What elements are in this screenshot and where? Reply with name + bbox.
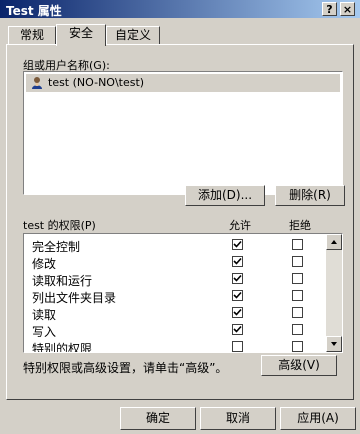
scroll-down-arrow-icon[interactable]: [326, 336, 342, 352]
advanced-button[interactable]: 高级(V): [261, 355, 337, 376]
list-item[interactable]: test (NO-NO\test): [26, 74, 340, 92]
tab-general[interactable]: 常规: [8, 26, 56, 44]
permission-row: 修改: [24, 253, 320, 271]
permissions-scrollbar[interactable]: [326, 234, 342, 352]
add-button[interactable]: 添加(D)...: [185, 185, 265, 206]
deny-checkbox[interactable]: [292, 256, 303, 267]
user-name: test (NO-NO\test): [48, 76, 145, 89]
remove-button[interactable]: 删除(R): [275, 185, 345, 206]
deny-checkbox[interactable]: [292, 239, 303, 250]
allow-checkbox[interactable]: [232, 239, 243, 250]
title-bar: Test 属性 ? ×: [0, 0, 360, 18]
permission-row: 完全控制: [24, 236, 320, 254]
permission-row: 读取: [24, 304, 320, 322]
deny-checkbox[interactable]: [292, 273, 303, 284]
users-list[interactable]: test (NO-NO\test): [23, 71, 343, 195]
deny-checkbox[interactable]: [292, 341, 303, 352]
cancel-button[interactable]: 取消: [200, 407, 276, 430]
permission-row: 读取和运行: [24, 270, 320, 288]
deny-checkbox[interactable]: [292, 290, 303, 301]
permissions-list[interactable]: 完全控制 修改 读取和运行 列出文件夹目录 读取 写入 特别的权限: [23, 233, 343, 353]
permission-name: 特别的权限: [32, 342, 93, 353]
deny-checkbox[interactable]: [292, 324, 303, 335]
allow-checkbox[interactable]: [232, 324, 243, 335]
scroll-up-arrow-icon[interactable]: [326, 234, 342, 250]
tab-security[interactable]: 安全: [56, 24, 106, 46]
deny-checkbox[interactable]: [292, 307, 303, 318]
help-button[interactable]: ?: [322, 2, 337, 16]
allow-checkbox[interactable]: [232, 290, 243, 301]
security-panel: 组或用户名称(G): test (NO-NO\test) 添加(D)... 删除…: [6, 44, 354, 400]
allow-header: 允许: [229, 219, 251, 232]
allow-checkbox[interactable]: [232, 256, 243, 267]
deny-header: 拒绝: [289, 219, 311, 232]
advanced-note: 特别权限或高级设置，请单击“高级”。: [23, 361, 228, 375]
window-title: Test 属性: [6, 4, 62, 18]
permission-row: 列出文件夹目录: [24, 287, 320, 305]
user-icon: [30, 76, 44, 93]
tab-custom[interactable]: 自定义: [106, 26, 160, 44]
permission-row: 特别的权限: [24, 338, 320, 353]
allow-checkbox[interactable]: [232, 307, 243, 318]
close-button[interactable]: ×: [340, 2, 355, 16]
ok-button[interactable]: 确定: [120, 407, 196, 430]
allow-checkbox[interactable]: [232, 273, 243, 284]
permission-row: 写入: [24, 321, 320, 339]
permissions-label: test 的权限(P): [23, 219, 96, 232]
apply-button[interactable]: 应用(A): [280, 407, 356, 430]
allow-checkbox[interactable]: [232, 341, 243, 352]
